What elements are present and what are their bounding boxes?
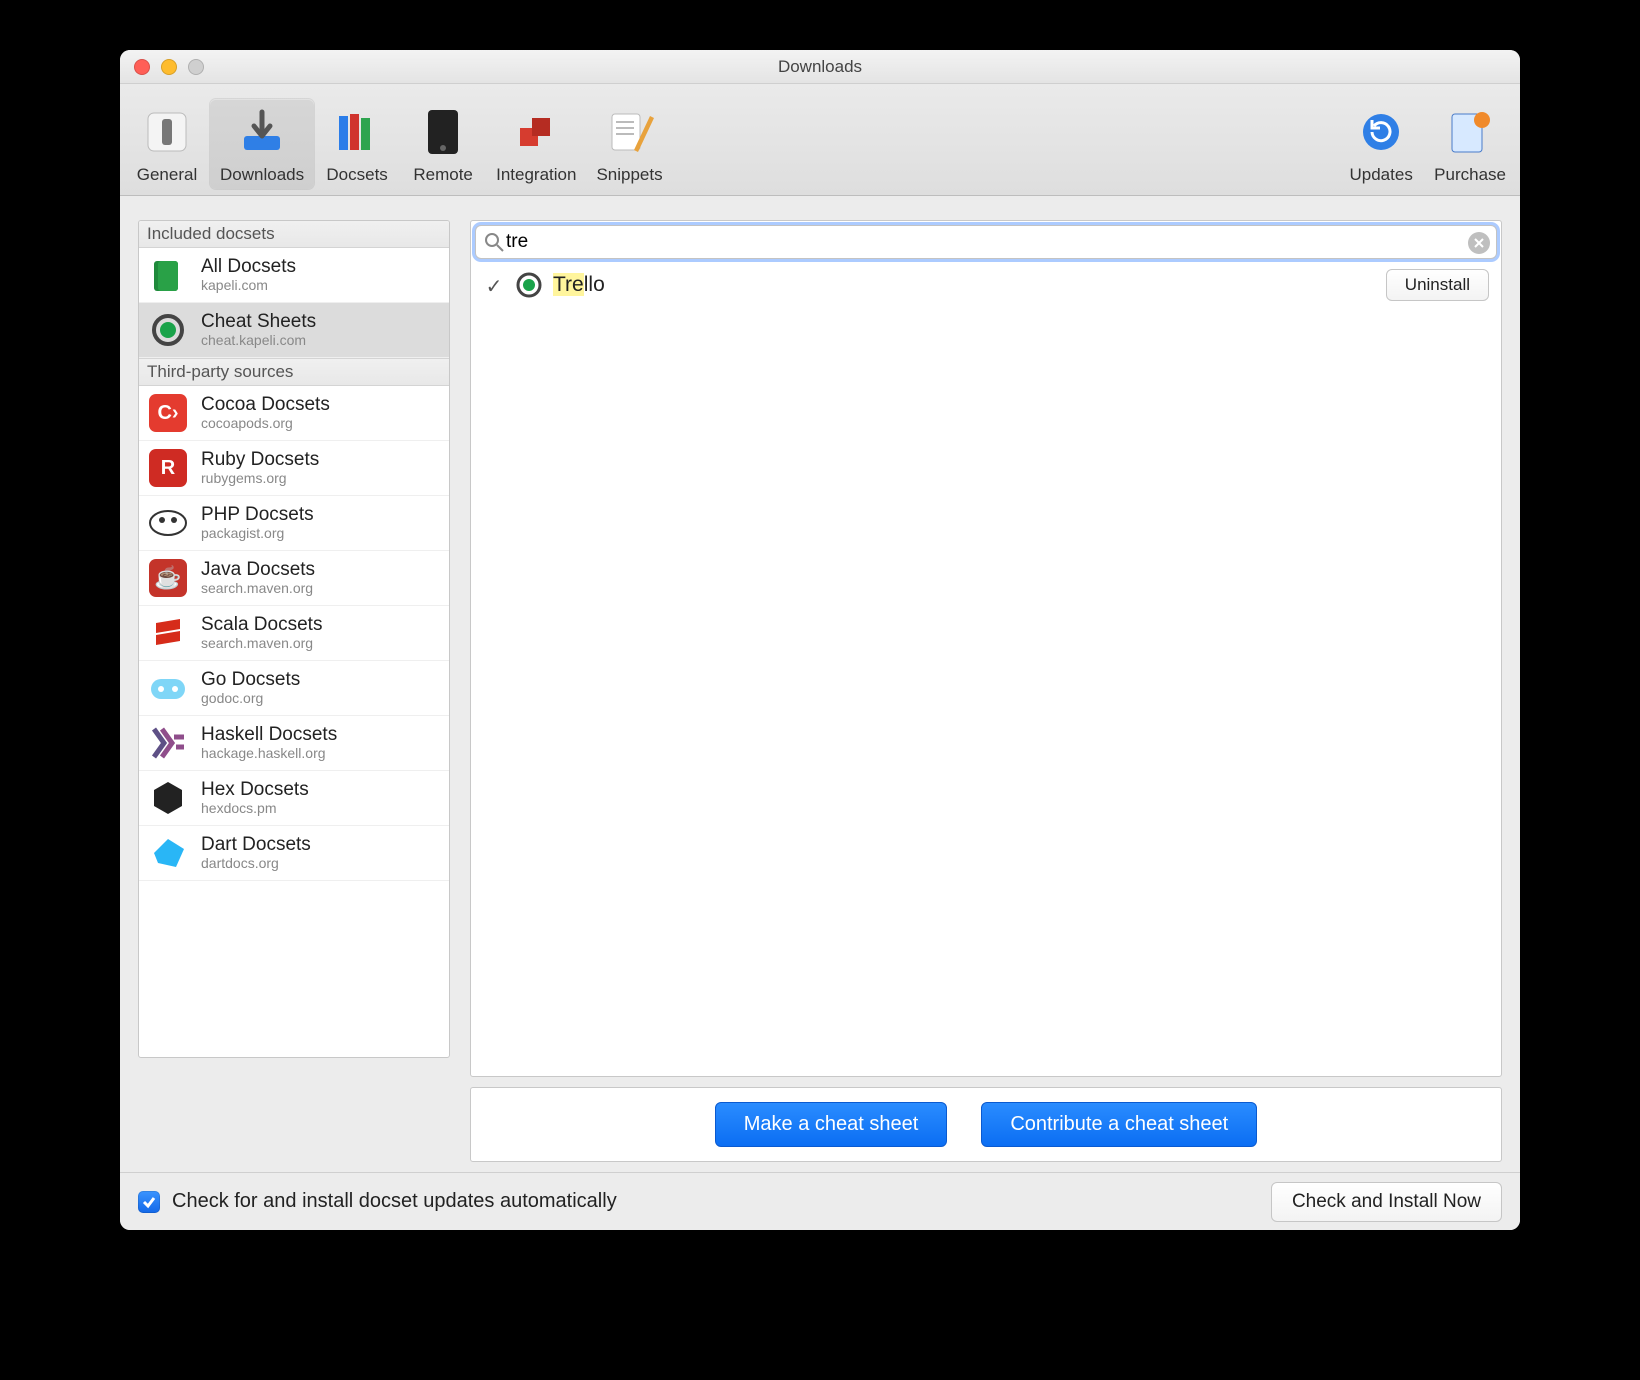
- sidebar-item[interactable]: PHP Docsetspackagist.org: [139, 496, 449, 551]
- toolbar-label: Snippets: [596, 165, 662, 185]
- toolbar-item-purchase[interactable]: Purchase: [1424, 99, 1516, 189]
- source-subtitle: hexdocs.pm: [201, 801, 309, 816]
- toolbar-item-snippets[interactable]: Snippets: [586, 99, 672, 189]
- toolbar-item-docsets[interactable]: Docsets: [314, 99, 400, 189]
- docset-list-panel: ✓ Trello Uninstall: [470, 220, 1502, 1077]
- source-name: Hex Docsets: [201, 780, 309, 801]
- footer: Check for and install docset updates aut…: [120, 1172, 1520, 1230]
- source-subtitle: dartdocs.org: [201, 856, 311, 871]
- sidebar-item[interactable]: Haskell Docsetshackage.haskell.org: [139, 716, 449, 771]
- source-name: Java Docsets: [201, 560, 315, 581]
- source-name: Cocoa Docsets: [201, 395, 330, 416]
- download-icon: [235, 105, 289, 159]
- switch-icon: [140, 105, 194, 159]
- certificate-icon: [1443, 105, 1497, 159]
- uninstall-button[interactable]: Uninstall: [1386, 269, 1489, 301]
- source-subtitle: search.maven.org: [201, 581, 315, 596]
- window-title: Downloads: [120, 57, 1520, 77]
- source-icon: [147, 832, 189, 874]
- source-name: PHP Docsets: [201, 505, 314, 526]
- sidebar-section-header: Included docsets: [139, 221, 449, 248]
- toolbar-label: Docsets: [326, 165, 387, 185]
- titlebar: Downloads: [120, 50, 1520, 84]
- source-name: Cheat Sheets: [201, 312, 316, 333]
- preferences-toolbar: General Downloads Docsets Remote: [120, 84, 1520, 196]
- toolbar-label: General: [137, 165, 197, 185]
- source-subtitle: search.maven.org: [201, 636, 322, 651]
- source-icon: [147, 777, 189, 819]
- toolbar-label: Updates: [1350, 165, 1413, 185]
- source-icon: R: [147, 447, 189, 489]
- source-name: Scala Docsets: [201, 615, 322, 636]
- source-name: Dart Docsets: [201, 835, 311, 856]
- toolbar-item-integration[interactable]: Integration: [486, 99, 586, 189]
- source-icon: C›: [147, 392, 189, 434]
- sidebar-section-header: Third-party sources: [139, 358, 449, 386]
- action-panel: Make a cheat sheet Contribute a cheat sh…: [470, 1087, 1502, 1162]
- source-subtitle: hackage.haskell.org: [201, 746, 337, 761]
- source-name: All Docsets: [201, 257, 296, 278]
- books-icon: [330, 105, 384, 159]
- source-icon: [147, 667, 189, 709]
- check-now-button[interactable]: Check and Install Now: [1271, 1182, 1502, 1222]
- source-subtitle: packagist.org: [201, 526, 314, 541]
- search-icon: [484, 232, 504, 252]
- sidebar-item[interactable]: Cheat Sheetscheat.kapeli.com: [139, 303, 449, 358]
- toolbar-label: Integration: [496, 165, 576, 185]
- make-cheat-sheet-button[interactable]: Make a cheat sheet: [715, 1102, 948, 1147]
- auto-update-label: Check for and install docset updates aut…: [172, 1190, 617, 1213]
- preferences-window: Downloads General Downloads Doc: [120, 50, 1520, 1230]
- result-row[interactable]: ✓ Trello Uninstall: [471, 263, 1501, 307]
- sources-sidebar[interactable]: Included docsetsAll Docsetskapeli.comChe…: [138, 220, 450, 1058]
- source-name: Go Docsets: [201, 670, 300, 691]
- updates-globe-icon: [1354, 105, 1408, 159]
- source-icon: ☕: [147, 557, 189, 599]
- sidebar-item[interactable]: Dart Docsetsdartdocs.org: [139, 826, 449, 881]
- clear-search-icon[interactable]: [1468, 232, 1490, 254]
- toolbar-item-downloads[interactable]: Downloads: [210, 99, 314, 189]
- results-list: ✓ Trello Uninstall: [471, 263, 1501, 307]
- auto-update-checkbox[interactable]: [138, 1191, 160, 1213]
- source-subtitle: godoc.org: [201, 691, 300, 706]
- source-name: Ruby Docsets: [201, 450, 319, 471]
- result-label: Trello: [553, 273, 605, 297]
- sidebar-item[interactable]: R Ruby Docsetsrubygems.org: [139, 441, 449, 496]
- search-field[interactable]: [475, 225, 1497, 259]
- sidebar-item[interactable]: All Docsetskapeli.com: [139, 248, 449, 303]
- sidebar-item[interactable]: Go Docsetsgodoc.org: [139, 661, 449, 716]
- source-name: Haskell Docsets: [201, 725, 337, 746]
- toolbar-label: Purchase: [1434, 165, 1506, 185]
- source-subtitle: kapeli.com: [201, 278, 296, 293]
- source-icon: [147, 254, 189, 296]
- toolbar-label: Remote: [413, 165, 473, 185]
- contribute-cheat-sheet-button[interactable]: Contribute a cheat sheet: [981, 1102, 1257, 1147]
- toolbar-item-remote[interactable]: Remote: [400, 99, 486, 189]
- sidebar-item[interactable]: C› Cocoa Docsetscocoapods.org: [139, 386, 449, 441]
- search-input[interactable]: [506, 226, 1462, 258]
- source-icon: [147, 502, 189, 544]
- toolbar-item-general[interactable]: General: [124, 99, 210, 189]
- source-subtitle: cheat.kapeli.com: [201, 333, 316, 348]
- device-icon: [416, 105, 470, 159]
- sidebar-item[interactable]: Hex Docsetshexdocs.pm: [139, 771, 449, 826]
- source-icon: [147, 309, 189, 351]
- note-pencil-icon: [603, 105, 657, 159]
- source-icon: [147, 722, 189, 764]
- source-subtitle: rubygems.org: [201, 471, 319, 486]
- installed-check-icon: ✓: [483, 274, 505, 296]
- toolbar-label: Downloads: [220, 165, 304, 185]
- sidebar-item[interactable]: Scala Docsetssearch.maven.org: [139, 606, 449, 661]
- result-icon: [515, 271, 543, 299]
- source-icon: [147, 612, 189, 654]
- toolbar-item-updates[interactable]: Updates: [1338, 99, 1424, 189]
- sidebar-item[interactable]: ☕ Java Docsetssearch.maven.org: [139, 551, 449, 606]
- blocks-icon: [509, 105, 563, 159]
- source-subtitle: cocoapods.org: [201, 416, 330, 431]
